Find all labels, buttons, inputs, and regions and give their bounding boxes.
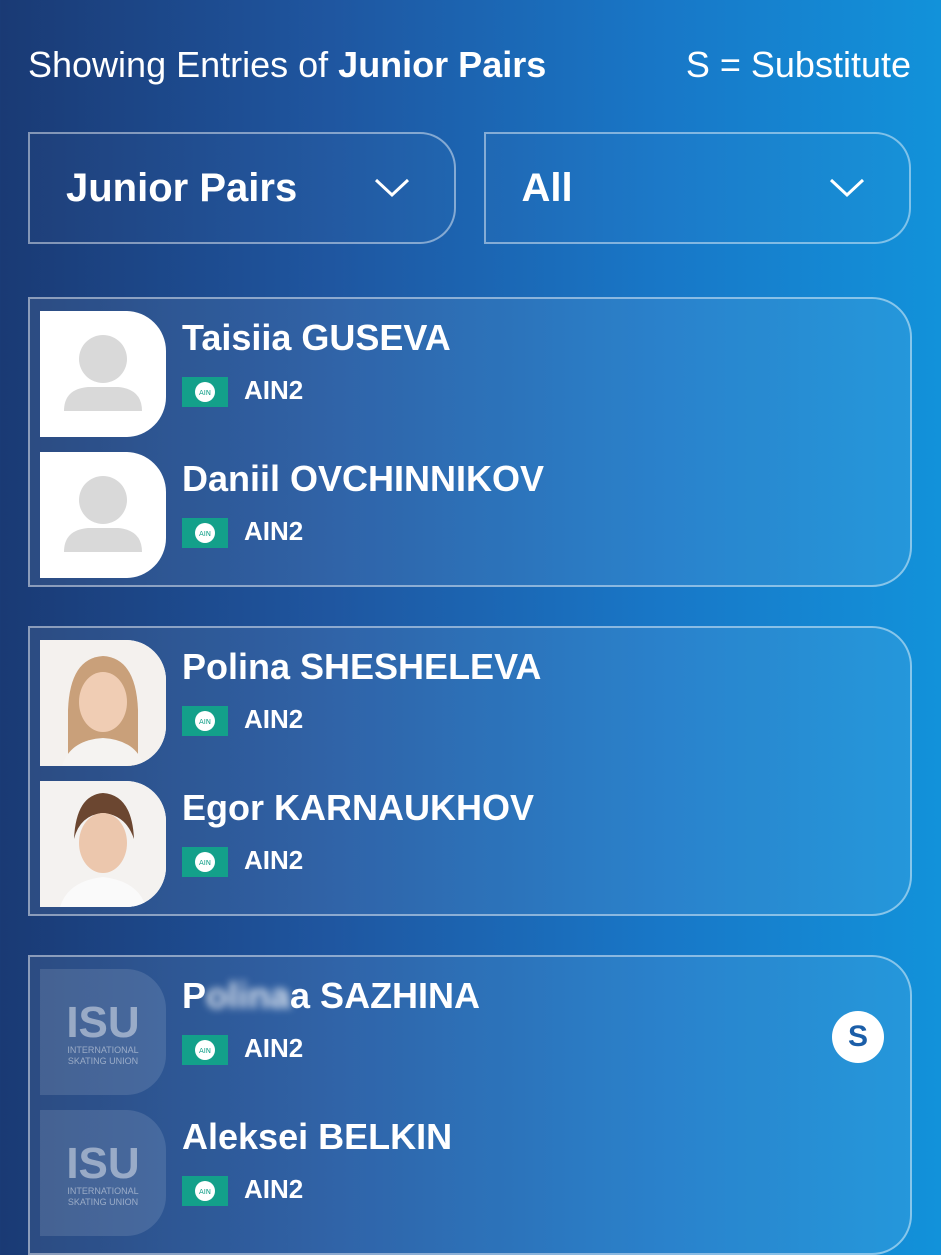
portrait-photo — [40, 781, 166, 907]
nation-flag-icon: AIN — [182, 377, 228, 407]
entry-card-substitute[interactable]: S ISU INTERNATIONAL SKATING UNION Polina… — [28, 955, 912, 1255]
skater-row[interactable]: Taisiia GUSEVA AIN AIN2 — [40, 311, 900, 437]
nation-code: AIN2 — [244, 845, 304, 875]
svg-text:SKATING UNION: SKATING UNION — [68, 1197, 138, 1207]
skater-name: Polina SHESHELEVA — [182, 646, 542, 687]
skater-row[interactable]: Egor KARNAUKHOV AIN AIN2 — [40, 781, 900, 907]
nation-code: AIN2 — [244, 1033, 304, 1063]
svg-text:AIN: AIN — [199, 1047, 211, 1055]
skater-row[interactable]: ISU INTERNATIONAL SKATING UNION Aleksei … — [40, 1110, 900, 1236]
nation-flag-icon: AIN — [182, 847, 228, 877]
svg-text:AIN: AIN — [199, 389, 211, 397]
svg-text:INTERNATIONAL: INTERNATIONAL — [67, 1186, 138, 1196]
skater-name: Taisiia GUSEVA — [182, 317, 451, 358]
svg-text:ISU: ISU — [66, 998, 139, 1047]
person-icon — [64, 476, 142, 552]
skater-name: Polinaa SAZHINA — [182, 975, 481, 1016]
skater-row[interactable]: Daniil OVCHINNIKOV AIN AIN2 — [40, 452, 900, 578]
isu-logo: ISU INTERNATIONAL SKATING UNION — [40, 1110, 166, 1236]
nation-code: AIN2 — [244, 704, 304, 734]
avatar-placeholder — [40, 452, 166, 578]
skater-photo — [40, 781, 166, 907]
skater-name: Aleksei BELKIN — [182, 1116, 453, 1157]
person-icon — [64, 335, 142, 411]
portrait-photo — [40, 640, 166, 766]
category-dropdown-value: Junior Pairs — [66, 165, 298, 210]
nation-flag-icon: AIN — [182, 1035, 228, 1065]
nation-dropdown-value: All — [521, 165, 573, 210]
nation-dropdown[interactable]: All — [483, 132, 911, 244]
svg-text:AIN: AIN — [199, 530, 211, 538]
nation-flag-icon: AIN — [182, 518, 228, 548]
svg-text:SKATING UNION: SKATING UNION — [68, 1056, 138, 1066]
svg-text:ISU: ISU — [66, 1139, 139, 1188]
skater-name: Egor KARNAUKHOV — [182, 787, 535, 828]
filter-bar: Junior Pairs All — [28, 132, 911, 244]
nation-flag-icon: AIN — [182, 1176, 228, 1206]
svg-text:AIN: AIN — [199, 1188, 211, 1196]
obscured-text: olina — [206, 975, 291, 1016]
chevron-down-icon — [829, 178, 865, 198]
nation-code: AIN2 — [244, 375, 304, 405]
title-prefix: Showing Entries of — [28, 44, 339, 85]
isu-logo: ISU INTERNATIONAL SKATING UNION — [40, 969, 166, 1095]
svg-text:AIN: AIN — [199, 859, 211, 867]
entry-card[interactable]: Taisiia GUSEVA AIN AIN2 Daniil OVCHINNIK… — [28, 297, 912, 587]
title-category: Junior Pairs — [338, 44, 547, 85]
page-title: Showing Entries of Junior Pairs — [28, 44, 546, 86]
chevron-down-icon — [374, 178, 409, 198]
skater-name: Daniil OVCHINNIKOV — [182, 458, 545, 499]
svg-text:AIN: AIN — [199, 718, 211, 726]
category-dropdown[interactable]: Junior Pairs — [28, 132, 456, 244]
substitute-legend: S = Substitute — [685, 44, 911, 85]
entry-card[interactable]: Polina SHESHELEVA AIN AIN2 Egor KARNAUKH… — [28, 626, 912, 916]
svg-text:INTERNATIONAL: INTERNATIONAL — [67, 1045, 138, 1055]
skater-photo — [40, 640, 166, 766]
nation-code: AIN2 — [244, 1174, 304, 1204]
avatar-placeholder — [40, 311, 166, 437]
nation-flag-icon: AIN — [182, 706, 228, 736]
skater-row[interactable]: ISU INTERNATIONAL SKATING UNION Polinaa … — [40, 969, 900, 1095]
page-header: Showing Entries of Junior Pairs S = Subs… — [28, 40, 911, 90]
nation-code: AIN2 — [244, 516, 304, 546]
skater-row[interactable]: Polina SHESHELEVA AIN AIN2 — [40, 640, 900, 766]
